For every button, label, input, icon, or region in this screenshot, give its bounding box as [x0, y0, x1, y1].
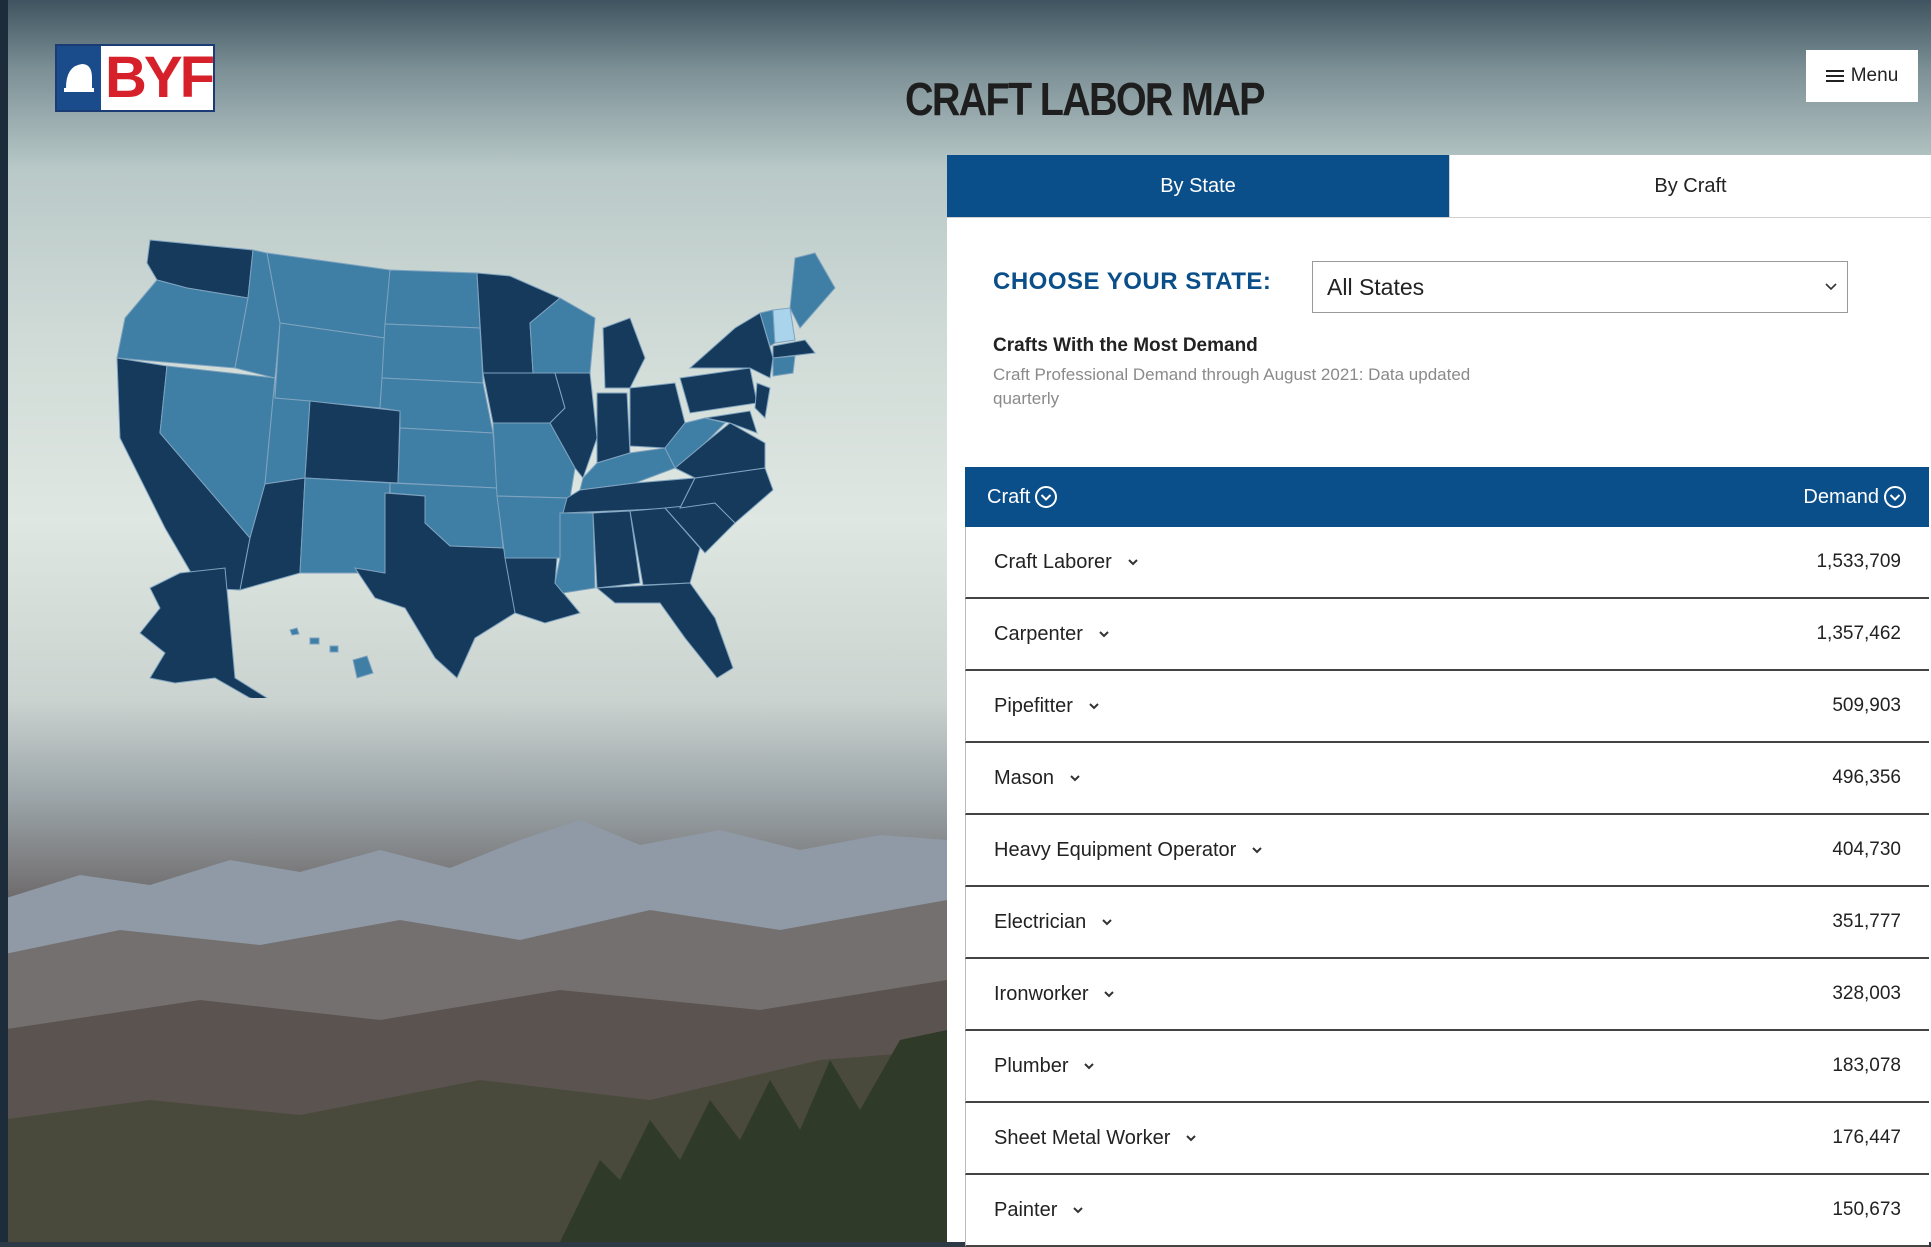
chevron-down-icon	[1128, 559, 1138, 566]
tab-by-state[interactable]: By State	[947, 155, 1449, 217]
state-colorado[interactable]	[304, 400, 401, 484]
craft-demand: 328,003	[1832, 983, 1901, 1004]
state-arkansas[interactable]	[496, 495, 568, 559]
chevron-down-icon	[1070, 775, 1080, 782]
craft-name: Electrician	[994, 910, 1087, 933]
sort-circle-chevron-icon	[1884, 486, 1906, 508]
labor-panel: By State By Craft CHOOSE YOUR STATE: All…	[947, 155, 1931, 1247]
craft-name: Mason	[994, 766, 1055, 789]
state-maine[interactable]	[789, 252, 836, 329]
craft-demand: 351,777	[1832, 911, 1901, 932]
table-row[interactable]: Painter 150,673	[965, 1175, 1929, 1247]
state-alaska[interactable]	[139, 567, 275, 698]
state-new-mexico[interactable]	[299, 477, 391, 574]
chevron-down-icon	[1073, 1207, 1084, 1214]
table-row[interactable]: Carpenter 1,357,462	[965, 599, 1929, 671]
state-indiana[interactable]	[596, 392, 631, 464]
sort-circle-chevron-icon	[1035, 486, 1058, 508]
state-selector-label: CHOOSE YOUR STATE:	[993, 268, 1272, 295]
state-michigan[interactable]	[602, 317, 646, 389]
state-wyoming[interactable]	[274, 322, 386, 409]
craft-demand: 176,447	[1832, 1127, 1901, 1148]
state-mississippi[interactable]	[554, 512, 596, 594]
column-header-demand: Demand	[1803, 485, 1879, 508]
section-heading: Crafts With the Most Demand	[993, 335, 1258, 356]
state-select[interactable]: All States	[1312, 261, 1848, 313]
us-map	[116, 239, 836, 698]
state-north-dakota[interactable]	[384, 269, 481, 329]
logo-text: BYF	[105, 45, 215, 110]
column-header-craft: Craft	[987, 485, 1031, 508]
state-hawaii[interactable]	[289, 627, 374, 679]
craft-demand: 1,533,709	[1816, 551, 1901, 572]
page-title: CRAFT LABOR MAP	[905, 73, 1266, 125]
craft-name: Pipefitter	[994, 694, 1073, 717]
table-header: Craft Demand	[965, 467, 1929, 527]
craft-demand: 1,357,462	[1816, 623, 1901, 644]
state-select-value: All States	[1327, 273, 1425, 300]
craft-name: Carpenter	[994, 622, 1083, 645]
sort-craft-header[interactable]: Craft	[987, 485, 1058, 509]
craft-name: Painter	[994, 1198, 1058, 1221]
table-row[interactable]: Heavy Equipment Operator 404,730	[965, 815, 1929, 887]
state-florida[interactable]	[595, 582, 734, 679]
chevron-down-icon	[1099, 631, 1109, 638]
chevron-down-icon	[1186, 1135, 1197, 1142]
table-row[interactable]: Craft Laborer 1,533,709	[965, 527, 1929, 599]
menu-button[interactable]: Menu	[1806, 50, 1918, 102]
byf-logo[interactable]: BYF	[55, 44, 215, 112]
craft-name: Craft Laborer	[994, 550, 1112, 573]
chevron-down-icon	[1089, 703, 1099, 710]
craft-name: Ironworker	[994, 982, 1089, 1005]
state-connecticut[interactable]	[772, 355, 796, 377]
state-iowa[interactable]	[482, 372, 566, 424]
table-row[interactable]: Electrician 351,777	[965, 887, 1929, 959]
craft-demand: 496,356	[1832, 767, 1901, 788]
state-pennsylvania[interactable]	[679, 367, 758, 414]
chevron-down-icon	[1084, 1063, 1095, 1070]
state-new-york[interactable]	[688, 312, 774, 379]
craft-demand: 404,730	[1832, 839, 1901, 860]
craft-name: Plumber	[994, 1054, 1069, 1077]
table-row[interactable]: Pipefitter 509,903	[965, 671, 1929, 743]
table-row[interactable]: Sheet Metal Worker 176,447	[965, 1103, 1929, 1175]
table-row[interactable]: Plumber 183,078	[965, 1031, 1929, 1103]
craft-name: Sheet Metal Worker	[994, 1126, 1171, 1149]
sort-demand-header[interactable]: Demand	[1803, 485, 1907, 509]
craft-name: Heavy Equipment Operator	[994, 838, 1237, 861]
section-note: Craft Professional Demand through August…	[993, 365, 1471, 408]
craft-demand-table: Craft Demand Craft Laborer 1,533,709 Car…	[965, 467, 1929, 1247]
state-new-jersey[interactable]	[754, 382, 771, 420]
craft-demand: 183,078	[1832, 1055, 1901, 1076]
hamburger-icon	[1825, 67, 1844, 85]
table-row[interactable]: Ironworker 328,003	[965, 959, 1929, 1031]
state-south-dakota[interactable]	[381, 323, 484, 384]
chevron-down-icon	[1825, 283, 1837, 291]
menu-label: Menu	[1850, 65, 1899, 86]
tab-by-craft[interactable]: By Craft	[1449, 155, 1931, 217]
state-new-hampshire[interactable]	[772, 307, 796, 344]
table-row[interactable]: Mason 496,356	[965, 743, 1929, 815]
state-kansas[interactable]	[397, 427, 498, 489]
chevron-down-icon	[1252, 847, 1263, 854]
mountain-scenery	[0, 820, 947, 1242]
left-edge	[0, 0, 8, 1242]
tab-bar: By State By Craft	[947, 155, 1931, 218]
hardhat-icon	[57, 46, 101, 110]
craft-demand: 150,673	[1832, 1199, 1901, 1220]
craft-demand: 509,903	[1832, 695, 1901, 716]
chevron-down-icon	[1102, 919, 1112, 926]
chevron-down-icon	[1104, 991, 1115, 998]
